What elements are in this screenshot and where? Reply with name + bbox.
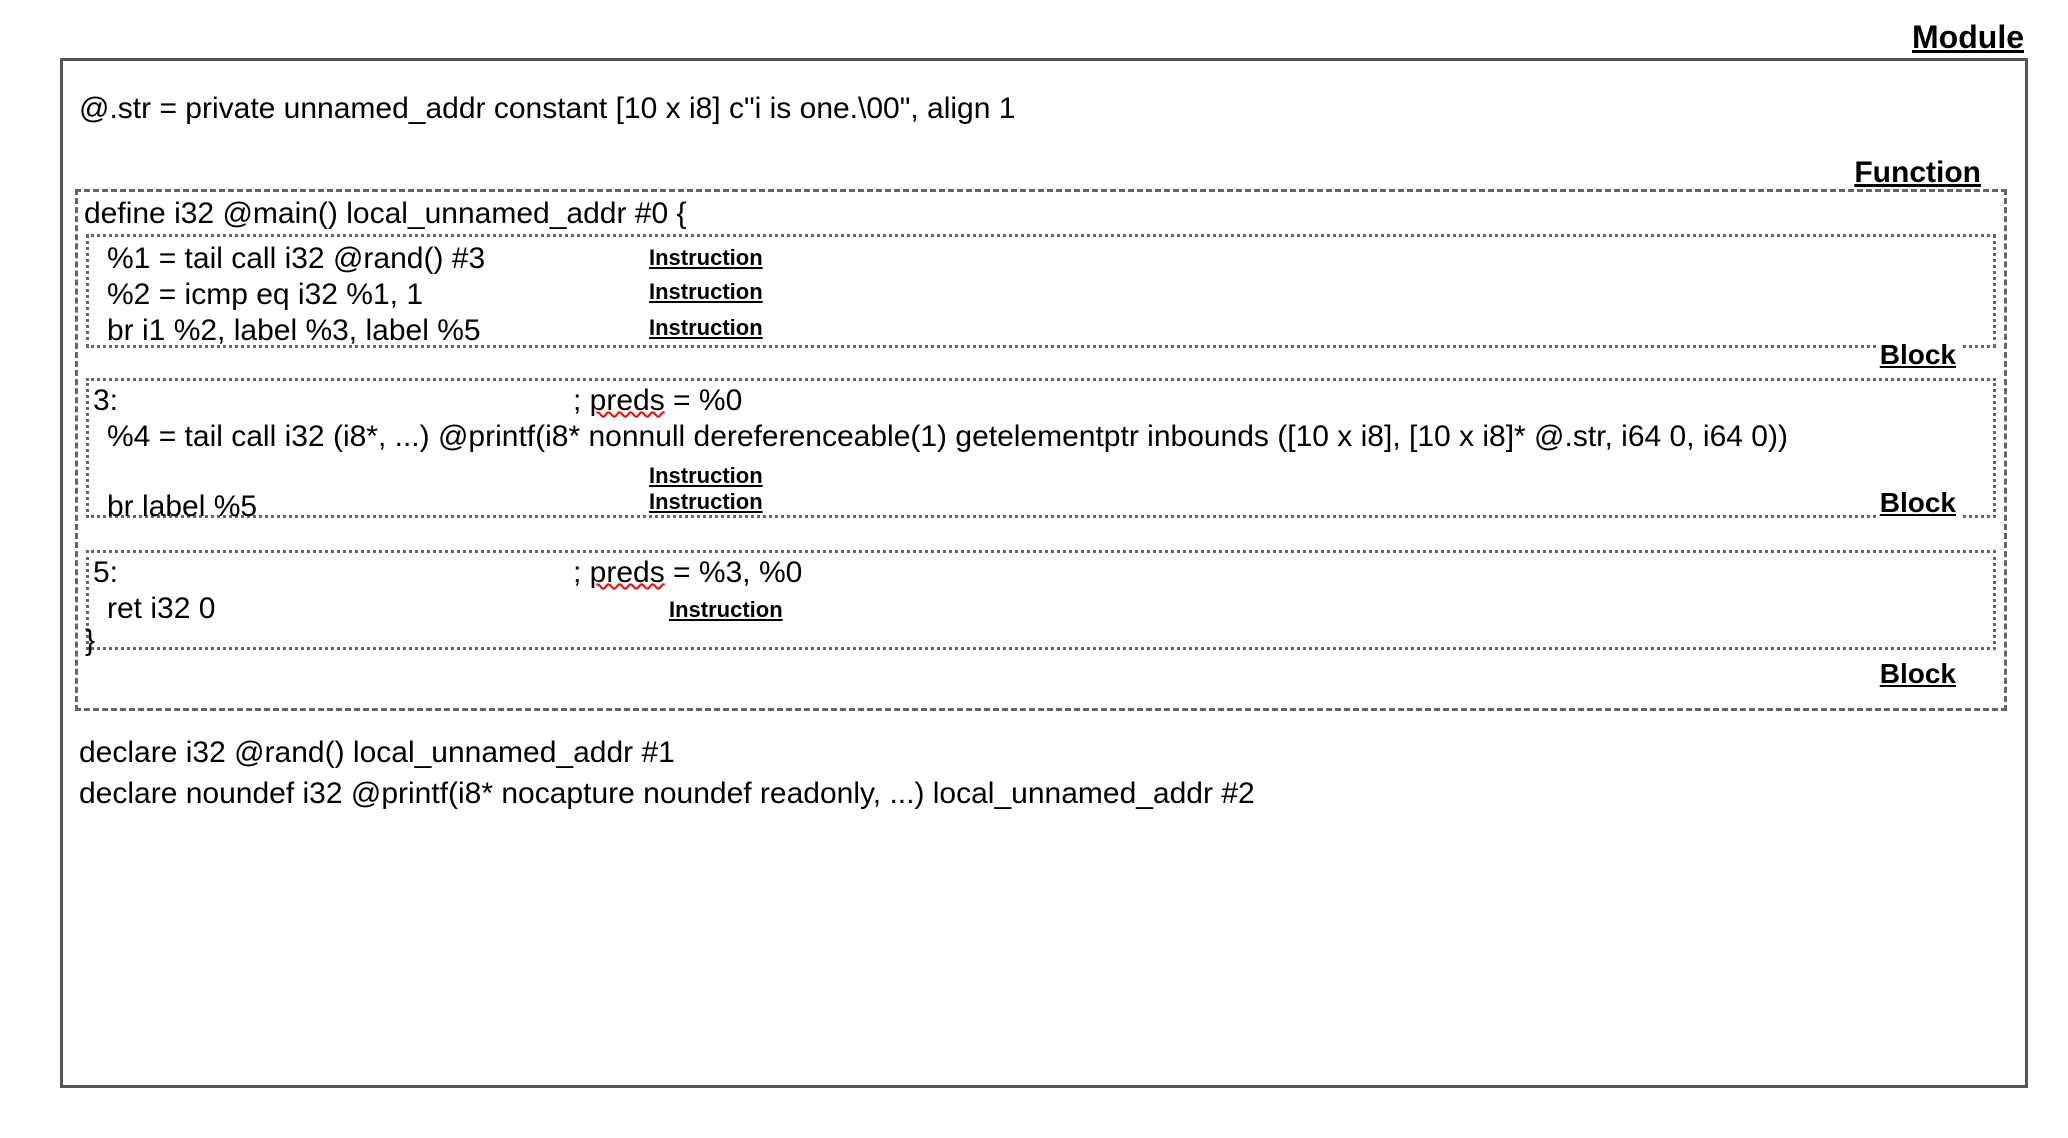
block-box-1: %1 = tail call i32 @rand() #3 %2 = icmp …	[86, 234, 1996, 348]
preds-suffix: = %0	[665, 384, 743, 417]
instruction-text: ret i32 0	[107, 591, 215, 627]
function-box: define i32 @main() local_unnamed_addr #0…	[75, 189, 2007, 711]
instruction-text: %1 = tail call i32 @rand() #3	[107, 241, 485, 277]
function-label: Function	[1850, 156, 1985, 189]
block-label-2: Block	[1876, 488, 1960, 519]
block-label-3: Block	[1876, 659, 1960, 690]
instruction-label: Instruction	[649, 279, 763, 305]
function-header: define i32 @main() local_unnamed_addr #0…	[82, 196, 2000, 232]
declare-line: declare i32 @rand() local_unnamed_addr #…	[79, 733, 2009, 774]
block2-label: 3:	[93, 384, 118, 417]
instruction-label: Instruction	[649, 463, 763, 489]
function-footer: }	[85, 623, 95, 659]
preds-word: preds	[590, 556, 665, 589]
instruction-label: Instruction	[669, 597, 783, 623]
declare-line: declare noundef i32 @printf(i8* nocaptur…	[79, 774, 2009, 815]
block-box-2: 3:; preds = %0 %4 = tail call i32 (i8*, …	[86, 378, 1996, 518]
block-header-2: 3:; preds = %0	[93, 383, 742, 419]
instruction-text: %2 = icmp eq i32 %1, 1	[107, 277, 423, 313]
module-box: @.str = private unnamed_addr constant [1…	[60, 58, 2028, 1088]
module-global-string: @.str = private unnamed_addr constant [1…	[79, 89, 2009, 128]
instruction-label: Instruction	[649, 245, 763, 271]
preds-prefix: ;	[573, 384, 590, 417]
instruction-text: br label %5	[107, 489, 257, 525]
instruction-label: Instruction	[649, 315, 763, 341]
block-header-3: 5:; preds = %3, %0	[93, 555, 802, 591]
instruction-text: %4 = tail call i32 (i8*, ...) @printf(i8…	[107, 419, 1985, 455]
instruction-label: Instruction	[649, 489, 763, 515]
preds-prefix: ;	[573, 556, 590, 589]
module-declares: declare i32 @rand() local_unnamed_addr #…	[79, 733, 2009, 814]
module-label: Module	[1908, 20, 2028, 55]
block-box-3: 5:; preds = %3, %0 ret i32 0 } Instructi…	[86, 550, 1996, 650]
instruction-text: br i1 %2, label %3, label %5	[107, 313, 481, 349]
preds-suffix: = %3, %0	[665, 556, 803, 589]
diagram-canvas: Module @.str = private unnamed_addr cons…	[20, 20, 2048, 1118]
block-label-1: Block	[1876, 340, 1960, 371]
preds-word: preds	[590, 384, 665, 417]
block3-label: 5:	[93, 556, 118, 589]
